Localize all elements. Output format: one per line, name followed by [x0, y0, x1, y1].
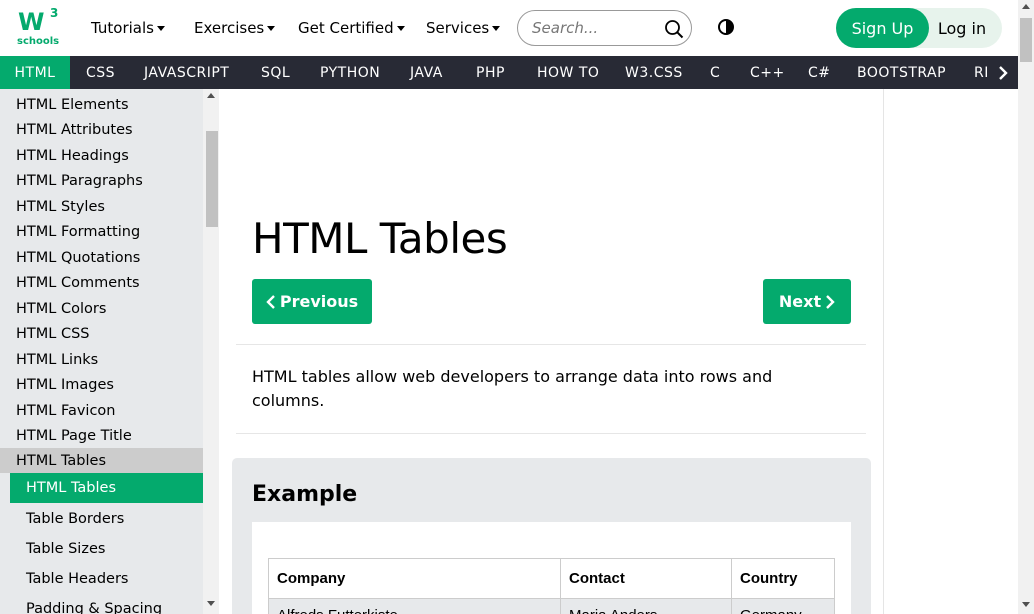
- subject-bar: HTML CSS JAVASCRIPT SQL PYTHON JAVA PHP …: [0, 56, 1018, 89]
- sidebar-item-html-favicon[interactable]: HTML Favicon: [0, 398, 203, 423]
- example-title: Example: [252, 482, 358, 507]
- nav-tutorials-label: Tutorials: [91, 19, 154, 37]
- example-table: Company Contact Country Alfreds Futterki…: [268, 558, 835, 614]
- previous-button[interactable]: Previous: [252, 279, 372, 324]
- subject-csharp[interactable]: C#: [808, 56, 831, 89]
- sidebar-item-html-quotations[interactable]: HTML Quotations: [0, 245, 203, 270]
- subject-bootstrap[interactable]: BOOTSTRAP: [857, 56, 946, 89]
- subject-html[interactable]: HTML: [0, 56, 70, 89]
- divider: [236, 344, 866, 345]
- scroll-down-arrow-icon[interactable]: [1022, 602, 1030, 607]
- sidebar-subitem-padding-spacing[interactable]: Padding & Spacing: [0, 596, 203, 614]
- sidebar-item-html-formatting[interactable]: HTML Formatting: [0, 219, 203, 244]
- example-panel: Example Company Contact Country Alfreds …: [232, 458, 871, 614]
- table-cell: Germany: [731, 598, 835, 614]
- sidebar-item-html-styles[interactable]: HTML Styles: [0, 194, 203, 219]
- caret-down-icon: [396, 25, 405, 31]
- next-button-label: Next: [778, 292, 822, 311]
- top-navigation-bar: W 3 schools Tutorials Exercises Get Cert…: [0, 0, 1018, 56]
- table-header-contact: Contact: [560, 558, 732, 599]
- subject-cpp[interactable]: C++: [750, 56, 785, 89]
- nav-get-certified[interactable]: Get Certified: [298, 0, 405, 56]
- chevron-right-icon: [998, 65, 1008, 80]
- main-content: HTML Tables Previous Next HTML tables al…: [219, 89, 883, 614]
- example-output: Company Contact Country Alfreds Futterki…: [252, 522, 851, 614]
- logo-mark: W: [18, 8, 45, 36]
- page-title: HTML Tables: [252, 214, 508, 263]
- subject-php[interactable]: PHP: [476, 56, 505, 89]
- table-row: Alfreds Futterkiste Maria Anders Germany: [268, 598, 835, 614]
- sidebar-item-html-colors[interactable]: HTML Colors: [0, 296, 203, 321]
- chevron-right-icon: [826, 294, 835, 309]
- table-header-row: Company Contact Country: [268, 558, 835, 599]
- divider: [236, 433, 866, 434]
- subject-c[interactable]: C: [710, 56, 720, 89]
- caret-down-icon: [267, 25, 276, 31]
- caret-down-icon: [156, 25, 165, 31]
- search-box: [517, 10, 692, 46]
- sidebar-subitem-table-headers[interactable]: Table Headers: [0, 566, 203, 591]
- sidebar-item-html-links[interactable]: HTML Links: [0, 347, 203, 372]
- sidebar-subitem-html-tables-current[interactable]: HTML Tables: [10, 473, 203, 503]
- chevron-left-icon: [266, 294, 275, 309]
- subject-scroll-right-button[interactable]: [987, 56, 1018, 89]
- table-header-country: Country: [731, 558, 835, 599]
- table-header-company: Company: [268, 558, 561, 599]
- sidebar-item-html-page-title[interactable]: HTML Page Title: [0, 423, 203, 448]
- page-scrollbar[interactable]: [1018, 0, 1034, 614]
- sidebar: HTML Elements HTML Attributes HTML Headi…: [0, 89, 203, 614]
- scroll-up-arrow-icon[interactable]: [207, 93, 215, 98]
- w3schools-logo[interactable]: W 3 schools: [14, 6, 62, 50]
- log-in-button[interactable]: Log in: [932, 8, 992, 48]
- caret-down-icon: [492, 25, 501, 31]
- sidebar-item-html-headings[interactable]: HTML Headings: [0, 143, 203, 168]
- subject-javascript[interactable]: JAVASCRIPT: [144, 56, 229, 89]
- contrast-toggle-icon[interactable]: [717, 18, 735, 36]
- page-scroll-thumb[interactable]: [1020, 18, 1032, 62]
- sign-up-button[interactable]: Sign Up: [836, 8, 929, 48]
- nav-services[interactable]: Services: [426, 0, 501, 56]
- sidebar-section-html-tables[interactable]: HTML Tables: [0, 448, 203, 473]
- sidebar-subitem-table-sizes[interactable]: Table Sizes: [0, 536, 203, 561]
- logo-text: schools: [17, 36, 60, 47]
- subject-css[interactable]: CSS: [86, 56, 115, 89]
- table-cell: Maria Anders: [560, 598, 732, 614]
- nav-tutorials[interactable]: Tutorials: [91, 0, 165, 56]
- next-button[interactable]: Next: [763, 279, 851, 324]
- search-input[interactable]: [532, 18, 657, 38]
- subject-java[interactable]: JAVA: [410, 56, 443, 89]
- right-column: [883, 89, 1018, 614]
- nav-exercises-label: Exercises: [194, 19, 265, 37]
- sidebar-item-html-comments[interactable]: HTML Comments: [0, 270, 203, 295]
- sidebar-subitem-table-borders[interactable]: Table Borders: [0, 506, 203, 531]
- logo-superscript: 3: [50, 6, 59, 20]
- subject-sql[interactable]: SQL: [261, 56, 290, 89]
- sidebar-item-html-paragraphs[interactable]: HTML Paragraphs: [0, 168, 203, 193]
- sidebar-item-html-images[interactable]: HTML Images: [0, 372, 203, 397]
- search-icon[interactable]: [664, 19, 684, 39]
- nav-get-certified-label: Get Certified: [298, 19, 394, 37]
- subject-python[interactable]: PYTHON: [320, 56, 380, 89]
- scroll-down-arrow-icon[interactable]: [207, 601, 215, 606]
- previous-button-label: Previous: [279, 292, 359, 311]
- sidebar-item-html-elements[interactable]: HTML Elements: [0, 92, 203, 117]
- sidebar-scrollbar[interactable]: [203, 89, 219, 614]
- sidebar-item-html-attributes[interactable]: HTML Attributes: [0, 117, 203, 142]
- nav-exercises[interactable]: Exercises: [194, 0, 276, 56]
- sidebar-item-html-css[interactable]: HTML CSS: [0, 321, 203, 346]
- subject-how-to[interactable]: HOW TO: [537, 56, 599, 89]
- subject-w3css[interactable]: W3.CSS: [625, 56, 683, 89]
- sidebar-scroll-thumb[interactable]: [206, 131, 218, 227]
- intro-paragraph: HTML tables allow web developers to arra…: [252, 367, 773, 410]
- scroll-up-arrow-icon[interactable]: [1022, 4, 1030, 9]
- nav-services-label: Services: [426, 19, 490, 37]
- table-cell: Alfreds Futterkiste: [268, 598, 561, 614]
